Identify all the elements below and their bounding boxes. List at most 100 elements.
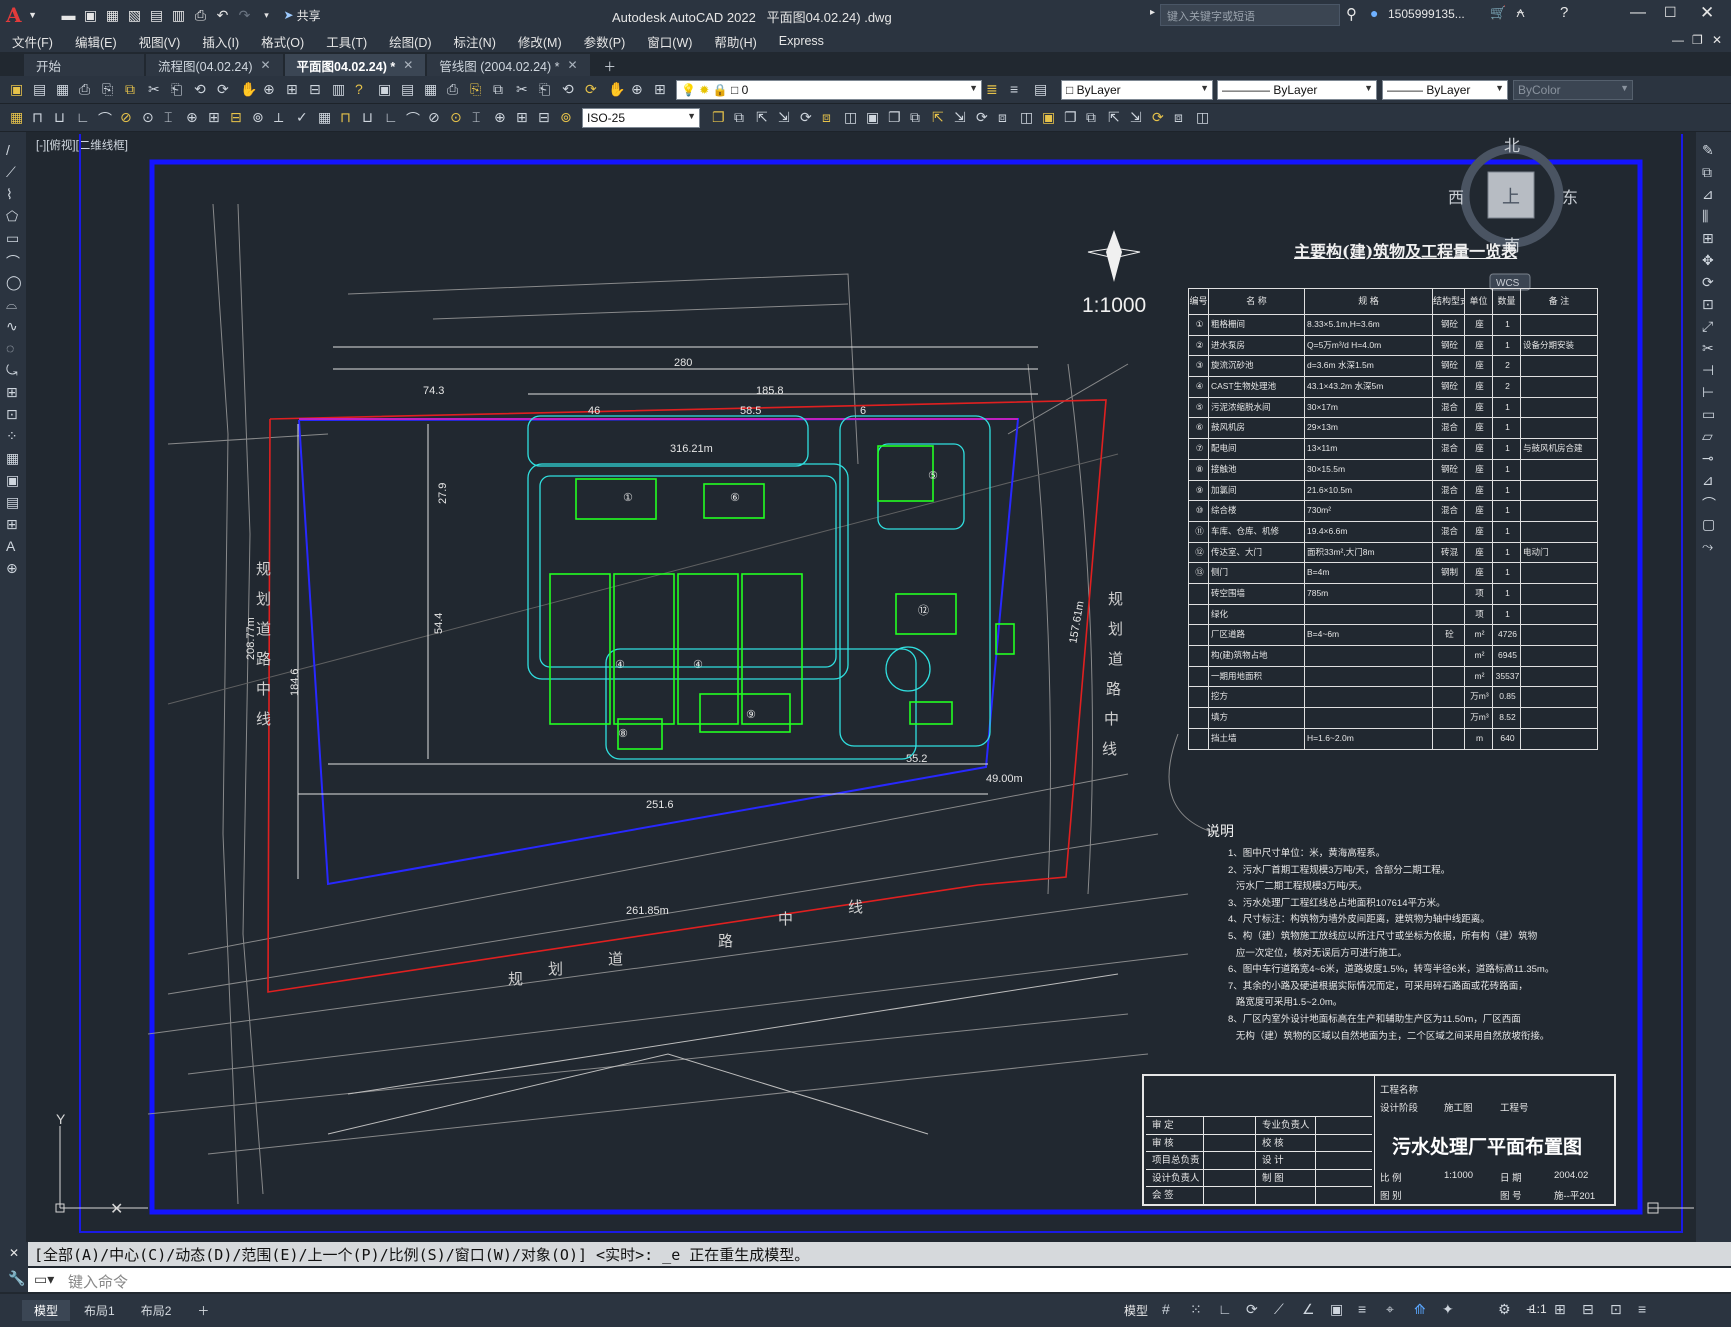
dim-tool-23-icon[interactable]: ⊞: [516, 109, 528, 126]
autocad-logo-icon[interactable]: A: [6, 3, 22, 27]
modify-tool-10-icon[interactable]: ⇱: [932, 109, 944, 126]
open-file-icon[interactable]: ▣: [80, 4, 102, 26]
modify-tool-13-icon[interactable]: ⧈: [998, 109, 1007, 126]
dim-tool-14-icon[interactable]: ▦: [318, 109, 331, 126]
modify-2-icon[interactable]: ⊿: [1702, 186, 1714, 203]
modify-15-icon[interactable]: ⊿: [1702, 472, 1714, 489]
std-tool-15-icon[interactable]: ?: [355, 81, 363, 97]
user-icon[interactable]: ●: [1370, 5, 1378, 21]
std-tool-7-icon[interactable]: ⎗: [171, 81, 182, 98]
modify-tool-0-icon[interactable]: ❐: [712, 109, 725, 126]
draw-4-icon[interactable]: ▭: [6, 230, 19, 247]
menu-modify[interactable]: 修改(M): [518, 32, 562, 51]
draw-2-icon[interactable]: ⌇: [6, 186, 13, 203]
modify-tool-7-icon[interactable]: ▣: [866, 109, 879, 126]
std-tool-18-icon[interactable]: ▦: [424, 81, 437, 98]
std-tool-5-icon[interactable]: ⧉: [125, 81, 135, 98]
std-tool-4-icon[interactable]: ⎘: [102, 81, 113, 98]
dim-tool-19-icon[interactable]: ⊘: [428, 109, 440, 126]
save-icon[interactable]: ▦: [102, 4, 124, 26]
dim-tool-24-icon[interactable]: ⊟: [538, 109, 550, 126]
doc-restore-icon[interactable]: ❐: [1692, 33, 1703, 47]
tab-layout1[interactable]: 布局1: [72, 1300, 127, 1321]
modify-tool-12-icon[interactable]: ⟳: [976, 109, 988, 126]
dim-tool-15-icon[interactable]: ⊓: [340, 109, 351, 126]
dim-tool-9-icon[interactable]: ⊞: [208, 109, 220, 126]
menu-window[interactable]: 窗口(W): [647, 32, 692, 51]
dim-tool-2-icon[interactable]: ⊔: [54, 109, 65, 126]
status-toggle-0-icon[interactable]: #: [1162, 1301, 1170, 1317]
std-tool-21-icon[interactable]: ⧉: [493, 81, 503, 98]
dim-tool-10-icon[interactable]: ⊟: [230, 109, 242, 126]
std-tool-6-icon[interactable]: ✂: [148, 81, 160, 98]
status-toggle-14-icon[interactable]: ⊞: [1554, 1301, 1566, 1318]
plotstyle-dropdown[interactable]: ByColor ▼: [1513, 80, 1633, 100]
dim-tool-7-icon[interactable]: ⌶: [164, 109, 172, 126]
dim-tool-1-icon[interactable]: ⊓: [32, 109, 43, 126]
command-close-icon[interactable]: ✕: [9, 1246, 19, 1260]
std-tool-25-icon[interactable]: ⟳: [585, 81, 597, 98]
status-toggle-17-icon[interactable]: ≡: [1638, 1301, 1646, 1317]
maximize-icon[interactable]: ☐: [1664, 4, 1677, 21]
status-toggle-2-icon[interactable]: ∟: [1218, 1301, 1232, 1317]
std-tool-9-icon[interactable]: ⟳: [217, 81, 229, 98]
menu-format[interactable]: 格式(O): [261, 32, 304, 51]
menu-file[interactable]: 文件(F): [12, 32, 53, 51]
status-toggle-3-icon[interactable]: ⟳: [1246, 1301, 1258, 1318]
modify-tool-14-icon[interactable]: ◫: [1020, 109, 1033, 126]
undo-icon[interactable]: ↶: [212, 4, 234, 26]
draw-11-icon[interactable]: ⊞: [6, 384, 18, 401]
status-toggle-10-icon[interactable]: ✦: [1442, 1301, 1454, 1318]
std-tool-0-icon[interactable]: ▣: [10, 81, 23, 98]
draw-14-icon[interactable]: ▦: [6, 450, 19, 467]
save-as-icon[interactable]: ▧: [124, 4, 146, 26]
tab-flowchart[interactable]: 流程图(04.02.24) ✕: [146, 54, 283, 76]
draw-13-icon[interactable]: ⁘: [6, 428, 18, 445]
dim-tool-22-icon[interactable]: ⊕: [494, 109, 506, 126]
menu-draw[interactable]: 绘图(D): [389, 32, 431, 51]
annotation-scale[interactable]: 1:1: [1530, 1302, 1547, 1316]
draw-19-icon[interactable]: ⊕: [6, 560, 18, 577]
tab-start[interactable]: 开始: [24, 54, 144, 76]
modify-8-icon[interactable]: ⤢: [1702, 318, 1713, 335]
dim-tool-13-icon[interactable]: ✓: [296, 109, 308, 126]
draw-15-icon[interactable]: ▣: [6, 472, 19, 489]
status-toggle-8-icon[interactable]: ⌖: [1386, 1301, 1394, 1318]
tab-model[interactable]: 模型: [22, 1300, 71, 1321]
doc-minimize-icon[interactable]: —: [1672, 33, 1684, 47]
draw-6-icon[interactable]: ◯: [6, 274, 22, 291]
modify-11-icon[interactable]: ⊢: [1702, 384, 1714, 401]
draw-18-icon[interactable]: A: [6, 538, 15, 554]
modify-13-icon[interactable]: ▱: [1702, 428, 1713, 445]
std-tool-16-icon[interactable]: ▣: [378, 81, 391, 98]
modify-tool-1-icon[interactable]: ⧉: [734, 109, 744, 126]
layer-tool-1-icon[interactable]: ≡: [1010, 81, 1018, 97]
std-tool-22-icon[interactable]: ✂: [516, 81, 528, 98]
modify-9-icon[interactable]: ✂: [1702, 340, 1714, 357]
color-dropdown[interactable]: □ ByLayer ▼: [1061, 80, 1213, 100]
command-line-handle[interactable]: ✕ 🔧: [0, 1242, 28, 1292]
new-file-icon[interactable]: ▬: [58, 4, 80, 26]
draw-5-icon[interactable]: ⌒: [6, 252, 20, 272]
cart-icon[interactable]: 🛒: [1490, 5, 1506, 21]
command-prompt-icon[interactable]: ▭▾: [34, 1271, 54, 1288]
menu-parametric[interactable]: 参数(P): [584, 32, 626, 51]
status-toggle-6-icon[interactable]: ▣: [1330, 1301, 1343, 1318]
modify-tool-19-icon[interactable]: ⇲: [1130, 109, 1142, 126]
modify-tool-8-icon[interactable]: ❐: [888, 109, 901, 126]
search-expand-icon[interactable]: ▸: [1150, 7, 1155, 18]
tab-close-icon[interactable]: ✕: [567, 58, 577, 72]
layer-dropdown[interactable]: 💡 ✹ 🔒 □ 0 ▼: [676, 80, 982, 100]
layer-tool-0-icon[interactable]: ≣: [986, 81, 998, 98]
status-toggle-16-icon[interactable]: ⊡: [1610, 1301, 1622, 1318]
draw-1-icon[interactable]: ⟋: [6, 164, 16, 181]
std-tool-13-icon[interactable]: ⊟: [309, 81, 321, 98]
draw-16-icon[interactable]: ▤: [6, 494, 19, 511]
modify-tool-16-icon[interactable]: ❐: [1064, 109, 1077, 126]
status-toggle-4-icon[interactable]: ⟋: [1274, 1301, 1284, 1318]
dim-tool-18-icon[interactable]: ⌒: [406, 109, 420, 129]
modify-tool-5-icon[interactable]: ⧈: [822, 109, 831, 126]
modify-14-icon[interactable]: ⊸: [1702, 450, 1714, 467]
modify-tool-15-icon[interactable]: ▣: [1042, 109, 1055, 126]
linetype-dropdown[interactable]: ———— ByLayer ▼: [1217, 80, 1377, 100]
